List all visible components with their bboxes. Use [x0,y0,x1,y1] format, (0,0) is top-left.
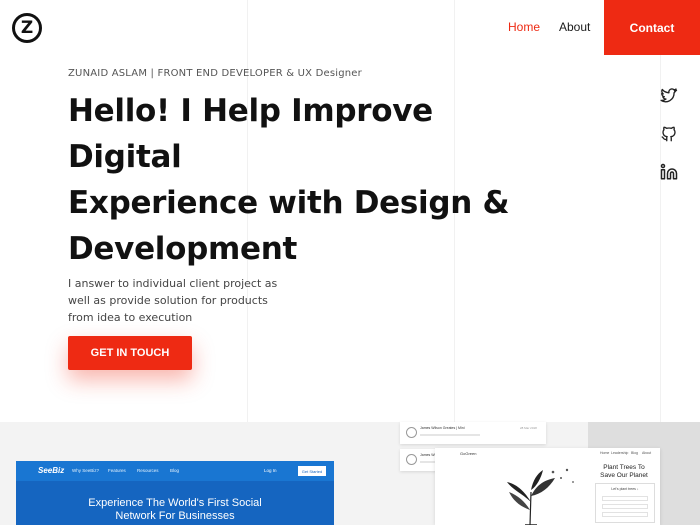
plant-illustration [507,468,574,525]
seebiz-login: Log In [264,468,277,473]
card-name: James Wilson Greates | Mini [420,426,465,430]
seebiz-start: Get Started [298,466,326,476]
headline-line: Hello! I Help Improve [68,93,433,129]
hero-headline: Hello! I Help Improve Digital Experience… [68,88,528,272]
seebiz-hero-line: Network For Businesses [115,510,235,522]
headline-line: Digital [68,139,182,175]
plant-form-label: Let's plant trees ↓ [611,487,639,491]
seebiz-nav-link: Blog [170,468,180,473]
plant-nav-link: Leadership [611,451,629,455]
plant-logo: GoGreen [460,451,477,456]
plant-form-field [602,496,648,501]
linkedin-icon[interactable] [660,163,678,181]
logo-letter: Z [20,17,34,38]
get-in-touch-button[interactable]: GET IN TOUCH [68,336,192,370]
plant-nav-link: About [642,451,652,455]
avatar [406,427,417,438]
plant-form-field [602,512,648,517]
seebiz-hero-line: Experience The World's First Social [88,497,262,509]
seebiz-nav-link: Why SeeBiz? [72,468,100,473]
avatar [406,454,417,465]
github-icon[interactable] [660,125,678,143]
seebiz-navbar: SeeBiz Why SeeBiz? Features Resources Bl… [16,461,334,481]
nav-home-link[interactable]: Home [508,20,540,34]
seebiz-project-thumbnail[interactable]: SeeBiz Why SeeBiz? Features Resources Bl… [16,461,334,525]
plant-nav-link: Home [600,451,610,455]
plant-title-line: Save Our Planet [600,472,648,479]
headline-line: Development [68,231,298,267]
plant-hero-title: Plant Trees To Save Our Planet [593,464,655,480]
hero-subtext: I answer to individual client project as… [68,277,278,324]
seebiz-hero-text: Experience The World's First Social Netw… [16,497,334,523]
twitter-icon[interactable] [660,87,678,105]
plant-form: Let's plant trees ↓ [595,483,655,523]
site-logo[interactable]: Z [12,13,42,43]
plant-form-field [602,504,648,509]
contact-button[interactable]: Contact [604,0,700,55]
card-date: 28 Mar 2018 [520,426,537,430]
social-post-card: James Wilson Greates | Mini 28 Mar 2018 [400,422,546,444]
plant-trees-project-thumbnail[interactable]: GoGreen Home Leadership Blog About Plant… [435,448,660,525]
plant-title-line: Plant Trees To [603,464,645,471]
headline-line: Experience with Design & [68,185,510,221]
hero-eyebrow: ZUNAID ASLAM | FRONT END DEVELOPER & UX … [68,68,362,79]
card-text-line [420,434,480,436]
nav-about-link[interactable]: About [559,20,590,34]
seebiz-nav-link: Features [108,468,126,473]
seebiz-logo: SeeBiz [38,466,65,475]
plant-nav-link: Blog [631,451,639,455]
seebiz-nav-link: Resources [137,468,159,473]
grid-line [660,0,661,422]
